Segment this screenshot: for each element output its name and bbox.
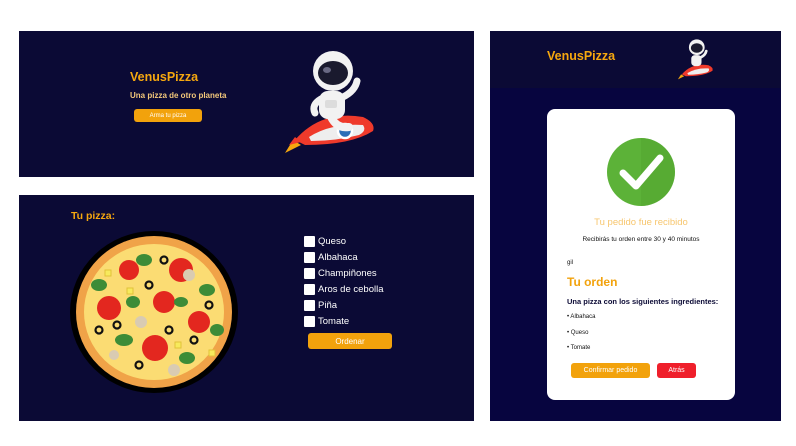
- ingredient-label: Aros de cebolla: [318, 284, 384, 295]
- checkmark-icon: [607, 138, 675, 206]
- order-item: • Queso: [567, 330, 589, 336]
- checkbox[interactable]: [304, 268, 315, 279]
- order-title: Tu orden: [567, 275, 618, 289]
- ingredient-option-aros-de-cebolla[interactable]: Aros de cebolla: [304, 283, 383, 296]
- ingredient-option-champinones[interactable]: Champiñones: [304, 267, 377, 280]
- pizza-builder-panel: Tu pizza: Queso Albahaca Champiñones Aro…: [19, 195, 474, 421]
- delivery-note: Recibirás tu orden entre 30 y 40 minutos: [582, 236, 700, 243]
- order-button[interactable]: Ordenar: [308, 333, 392, 349]
- order-item: • Albahaca: [567, 314, 596, 320]
- astronaut-logo-icon: [677, 39, 713, 80]
- received-title: Tu pedido fue recibido: [594, 217, 688, 228]
- hero-brand: VenusPizza: [130, 70, 199, 84]
- ingredient-label: Piña: [318, 300, 338, 311]
- user-name: gil: [567, 260, 574, 266]
- ingredient-label: Champiñones: [318, 268, 377, 279]
- ingredient-label: Albahaca: [318, 252, 358, 263]
- astronaut-on-rocket-icon: [285, 51, 374, 153]
- checkbox[interactable]: [304, 300, 315, 311]
- ingredient-option-queso[interactable]: Queso: [304, 235, 346, 248]
- ingredient-label: Queso: [318, 236, 346, 247]
- ingredient-option-albahaca[interactable]: Albahaca: [304, 251, 358, 264]
- header-brand: VenusPizza: [547, 49, 616, 63]
- confirm-order-button[interactable]: Confirmar pedido: [571, 363, 650, 378]
- order-intro: Una pizza con los siguientes ingrediente…: [567, 297, 719, 306]
- checkbox[interactable]: [304, 316, 315, 327]
- build-pizza-button[interactable]: Arma tu pizza: [134, 109, 202, 122]
- pizza-title: Tu pizza:: [71, 210, 116, 222]
- ingredient-label: Tomate: [318, 316, 350, 327]
- confirmation-card: Tu pedido fue recibido Recibirás tu orde…: [547, 109, 735, 400]
- checkbox[interactable]: [304, 252, 315, 263]
- ingredient-option-pina[interactable]: Piña: [304, 299, 337, 312]
- pizza-illustration: [70, 231, 238, 393]
- back-button[interactable]: Atrás: [657, 363, 696, 378]
- ingredient-option-tomate[interactable]: Tomate: [304, 315, 349, 328]
- checkbox[interactable]: [304, 236, 315, 247]
- hero-panel: VenusPizza Una pizza de otro planeta Arm…: [19, 31, 474, 177]
- hero-tagline: Una pizza de otro planeta: [130, 91, 227, 100]
- order-item: • Tomate: [567, 345, 591, 351]
- order-confirmation-panel: VenusPizza Tu pedido fue recibido Recibi…: [490, 31, 781, 421]
- header-bar: VenusPizza: [490, 31, 781, 88]
- checkbox[interactable]: [304, 284, 315, 295]
